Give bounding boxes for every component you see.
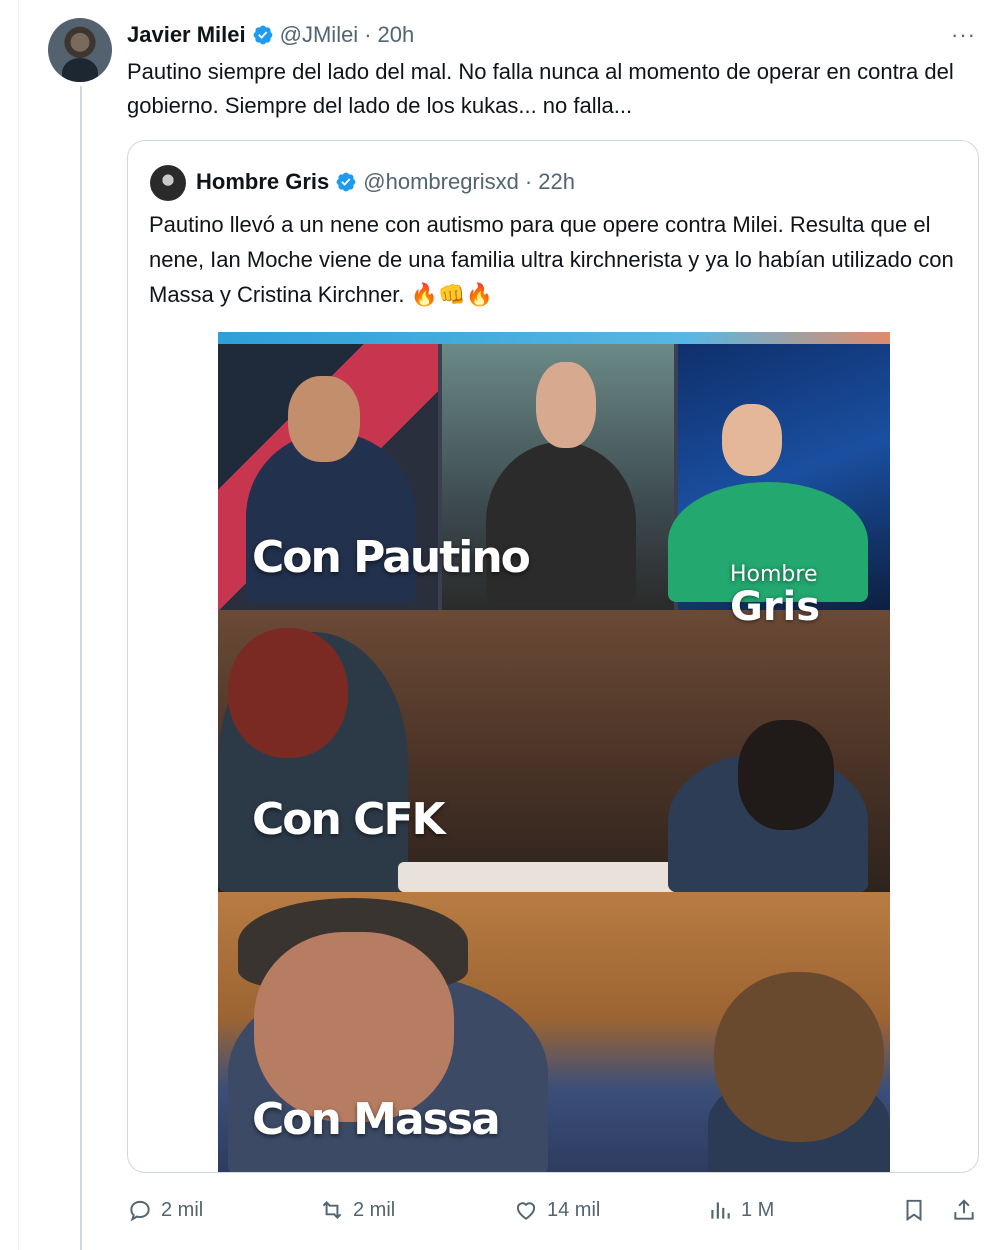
thread-line xyxy=(80,86,82,1250)
like-count: 14 mil xyxy=(547,1198,601,1221)
reply-count: 2 mil xyxy=(161,1198,204,1221)
person-head xyxy=(714,972,884,1142)
header-separator: · xyxy=(364,22,372,47)
views-count: 1 M xyxy=(741,1198,775,1221)
like-button[interactable]: 14 mil xyxy=(513,1190,600,1230)
person-head xyxy=(228,628,348,758)
bookmark-icon xyxy=(906,1199,922,1222)
quoted-tweet[interactable]: Hombre Gris @hombregrisxd · 22h Pautino … xyxy=(127,140,979,1173)
bookmark-button[interactable] xyxy=(901,1190,927,1230)
quoted-tweet-image[interactable]: Con Pautino Con CFK Con Massa Hombre Gri… xyxy=(218,332,890,1172)
table-shape xyxy=(398,862,678,892)
image-top-stripe xyxy=(218,332,890,344)
quoted-author-name[interactable]: Hombre Gris xyxy=(196,169,329,195)
quoted-tweet-time[interactable]: 22h xyxy=(538,169,575,195)
image-caption-massa: Con Massa xyxy=(252,1094,501,1145)
repost-count: 2 mil xyxy=(353,1198,396,1221)
repost-button[interactable]: 2 mil xyxy=(319,1190,395,1230)
tweet-text: Pautino siempre del lado del mal. No fal… xyxy=(127,59,954,118)
repost-icon xyxy=(322,1201,342,1219)
watermark-line-2: Gris xyxy=(730,584,821,630)
share-button[interactable] xyxy=(951,1190,977,1230)
left-border xyxy=(18,0,19,1250)
quoted-header-separator: · xyxy=(524,169,533,194)
fist-emoji: 👊 xyxy=(438,282,466,307)
person-head xyxy=(738,720,834,830)
person-head xyxy=(288,376,360,462)
verified-badge-icon xyxy=(253,25,273,45)
author-avatar[interactable] xyxy=(48,18,112,82)
quoted-verified-badge-icon xyxy=(336,172,356,192)
image-caption-cfk: Con CFK xyxy=(252,794,446,845)
fire-emoji-1: 🔥 xyxy=(410,282,439,307)
reply-icon xyxy=(130,1200,150,1222)
person-head xyxy=(536,362,596,448)
quoted-tweet-text: Pautino llevó a un nene con autismo para… xyxy=(149,207,964,312)
person-head xyxy=(722,404,782,476)
heart-icon xyxy=(516,1202,536,1220)
tweet-actions: 2 mil 2 mil 14 mil 1 M xyxy=(127,1190,979,1230)
tweet-header: Javier Milei @JMilei · 20h xyxy=(127,20,414,50)
analytics-icon xyxy=(711,1202,730,1219)
reply-button[interactable]: 2 mil xyxy=(127,1190,203,1230)
quoted-author-handle[interactable]: @hombregrisxd xyxy=(363,169,519,195)
author-name[interactable]: Javier Milei xyxy=(127,22,246,48)
quoted-tweet-body: Pautino llevó a un nene con autismo para… xyxy=(149,212,954,307)
quoted-tweet-header: Hombre Gris @hombregrisxd · 22h xyxy=(196,167,575,197)
image-caption-pautino: Con Pautino xyxy=(252,532,531,583)
fire-emoji-2: 🔥 xyxy=(465,282,493,307)
quoted-author-avatar[interactable] xyxy=(150,165,186,201)
tweet-time[interactable]: 20h xyxy=(378,22,415,48)
image-watermark: Hombre Gris xyxy=(730,562,820,627)
author-handle[interactable]: @JMilei xyxy=(280,22,359,48)
views-button[interactable]: 1 M xyxy=(707,1190,774,1230)
share-icon xyxy=(954,1199,974,1220)
more-options-icon[interactable]: ··· xyxy=(951,22,976,48)
